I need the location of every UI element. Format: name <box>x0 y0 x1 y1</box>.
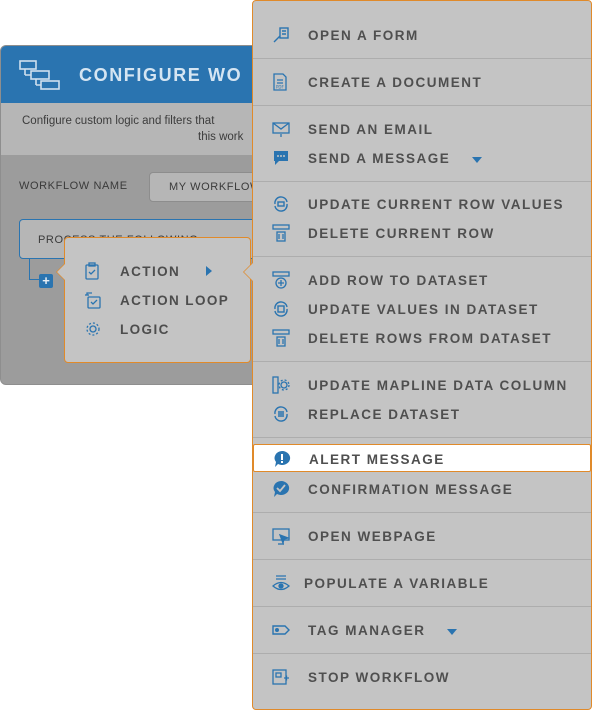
menu-item-label: UPDATE MAPLINE DATA COLUMN <box>308 378 568 393</box>
divider <box>253 512 591 513</box>
menu-item-label: OPEN WEBPAGE <box>308 529 437 544</box>
submenu-pointer <box>56 263 65 281</box>
add-step-submenu: ACTION ACTION LOOP LOGIC <box>56 237 251 363</box>
submenu-item-action[interactable]: ACTION <box>65 259 250 283</box>
menu-item-update-values-dataset[interactable]: UPDATE VALUES IN DATASET <box>253 296 591 322</box>
menu-item-label: DELETE ROWS FROM DATASET <box>308 331 552 346</box>
column-gear-icon <box>272 376 290 399</box>
dataset-refresh-icon <box>272 300 290 323</box>
menu-item-update-mapline-column[interactable]: UPDATE MAPLINE DATA COLUMN <box>253 372 591 398</box>
menu-pointer <box>243 262 253 282</box>
row-refresh-icon <box>272 195 290 218</box>
menu-item-label: REPLACE DATASET <box>308 407 461 422</box>
menu-item-label: UPDATE VALUES IN DATASET <box>308 302 539 317</box>
rows-delete-icon <box>272 329 290 352</box>
svg-text:PDF: PDF <box>276 85 284 90</box>
menu-item-label: UPDATE CURRENT ROW VALUES <box>308 197 564 212</box>
description-line-1: Configure custom logic and filters that <box>22 115 215 127</box>
menu-item-label: CONFIRMATION MESSAGE <box>308 482 514 497</box>
menu-item-populate-variable[interactable]: POPULATE A VARIABLE <box>253 570 591 596</box>
submenu-item-logic[interactable]: LOGIC <box>65 317 250 341</box>
menu-item-alert-message[interactable]: ALERT MESSAGE <box>253 444 591 472</box>
menu-item-label: CREATE A DOCUMENT <box>308 75 483 90</box>
menu-item-stop-workflow[interactable]: STOP WORKFLOW <box>253 664 591 690</box>
pdf-document-icon: PDF <box>272 73 288 96</box>
submenu-item-label: ACTION LOOP <box>120 293 230 308</box>
workflow-diagram-icon <box>19 60 63 95</box>
menu-item-replace-dataset[interactable]: REPLACE DATASET <box>253 401 591 427</box>
chevron-right-icon <box>206 266 212 276</box>
variable-eye-icon <box>272 574 290 597</box>
divider <box>253 653 591 654</box>
confirm-bubble-icon <box>272 480 290 503</box>
menu-item-label: ALERT MESSAGE <box>309 452 445 467</box>
menu-item-update-current-row[interactable]: UPDATE CURRENT ROW VALUES <box>253 191 591 217</box>
submenu-item-label: ACTION <box>120 264 181 279</box>
row-add-icon <box>272 271 290 294</box>
menu-item-tag-manager[interactable]: TAG MANAGER <box>253 617 591 643</box>
menu-item-label: POPULATE A VARIABLE <box>304 576 490 591</box>
loop-check-icon <box>84 291 102 314</box>
menu-item-confirmation-message[interactable]: CONFIRMATION MESSAGE <box>253 476 591 502</box>
action-menu: OPEN A FORM PDF CREATE A DOCUMENT SEND A… <box>243 0 592 710</box>
row-delete-icon <box>272 224 290 247</box>
monitor-cursor-icon <box>272 527 291 550</box>
plus-icon: + <box>42 273 50 288</box>
envelope-icon <box>272 120 290 143</box>
add-step-button[interactable]: + <box>39 274 53 288</box>
dataset-replace-icon <box>272 405 290 428</box>
menu-item-label: ADD ROW TO DATASET <box>308 273 489 288</box>
divider <box>253 181 591 182</box>
clipboard-icon <box>84 262 100 285</box>
tag-icon <box>272 621 290 644</box>
menu-item-label: SEND AN EMAIL <box>308 122 434 137</box>
menu-item-create-document[interactable]: PDF CREATE A DOCUMENT <box>253 69 591 95</box>
divider <box>253 256 591 257</box>
divider <box>253 559 591 560</box>
menu-item-add-row[interactable]: ADD ROW TO DATASET <box>253 267 591 293</box>
divider <box>253 437 591 438</box>
menu-item-open-webpage[interactable]: OPEN WEBPAGE <box>253 523 591 549</box>
menu-item-send-email[interactable]: SEND AN EMAIL <box>253 116 591 142</box>
submenu-item-action-loop[interactable]: ACTION LOOP <box>65 288 250 312</box>
menu-item-label: OPEN A FORM <box>308 28 419 43</box>
menu-item-label: SEND A MESSAGE <box>308 151 451 166</box>
submenu-item-label: LOGIC <box>120 322 170 337</box>
alert-bubble-icon <box>273 450 291 473</box>
form-pen-icon <box>272 26 290 49</box>
menu-item-send-message[interactable]: SEND A MESSAGE <box>253 145 591 171</box>
divider <box>253 606 591 607</box>
dialog-title: CONFIGURE WO <box>79 65 243 85</box>
menu-item-delete-rows-dataset[interactable]: DELETE ROWS FROM DATASET <box>253 325 591 351</box>
divider <box>253 105 591 106</box>
divider <box>253 58 591 59</box>
divider <box>253 361 591 362</box>
menu-item-delete-current-row[interactable]: DELETE CURRENT ROW <box>253 220 591 246</box>
workflow-name-label: WORKFLOW NAME <box>19 180 128 192</box>
logic-gear-icon <box>84 320 102 343</box>
chevron-down-icon[interactable] <box>447 629 457 635</box>
menu-item-label: DELETE CURRENT ROW <box>308 226 495 241</box>
stop-workflow-icon <box>272 668 290 691</box>
menu-item-open-form[interactable]: OPEN A FORM <box>253 22 591 48</box>
chat-bubble-icon <box>272 149 290 172</box>
chevron-down-icon[interactable] <box>472 157 482 163</box>
menu-item-label: TAG MANAGER <box>308 623 426 638</box>
menu-item-label: STOP WORKFLOW <box>308 670 450 685</box>
description-line-2: this work <box>198 131 244 143</box>
